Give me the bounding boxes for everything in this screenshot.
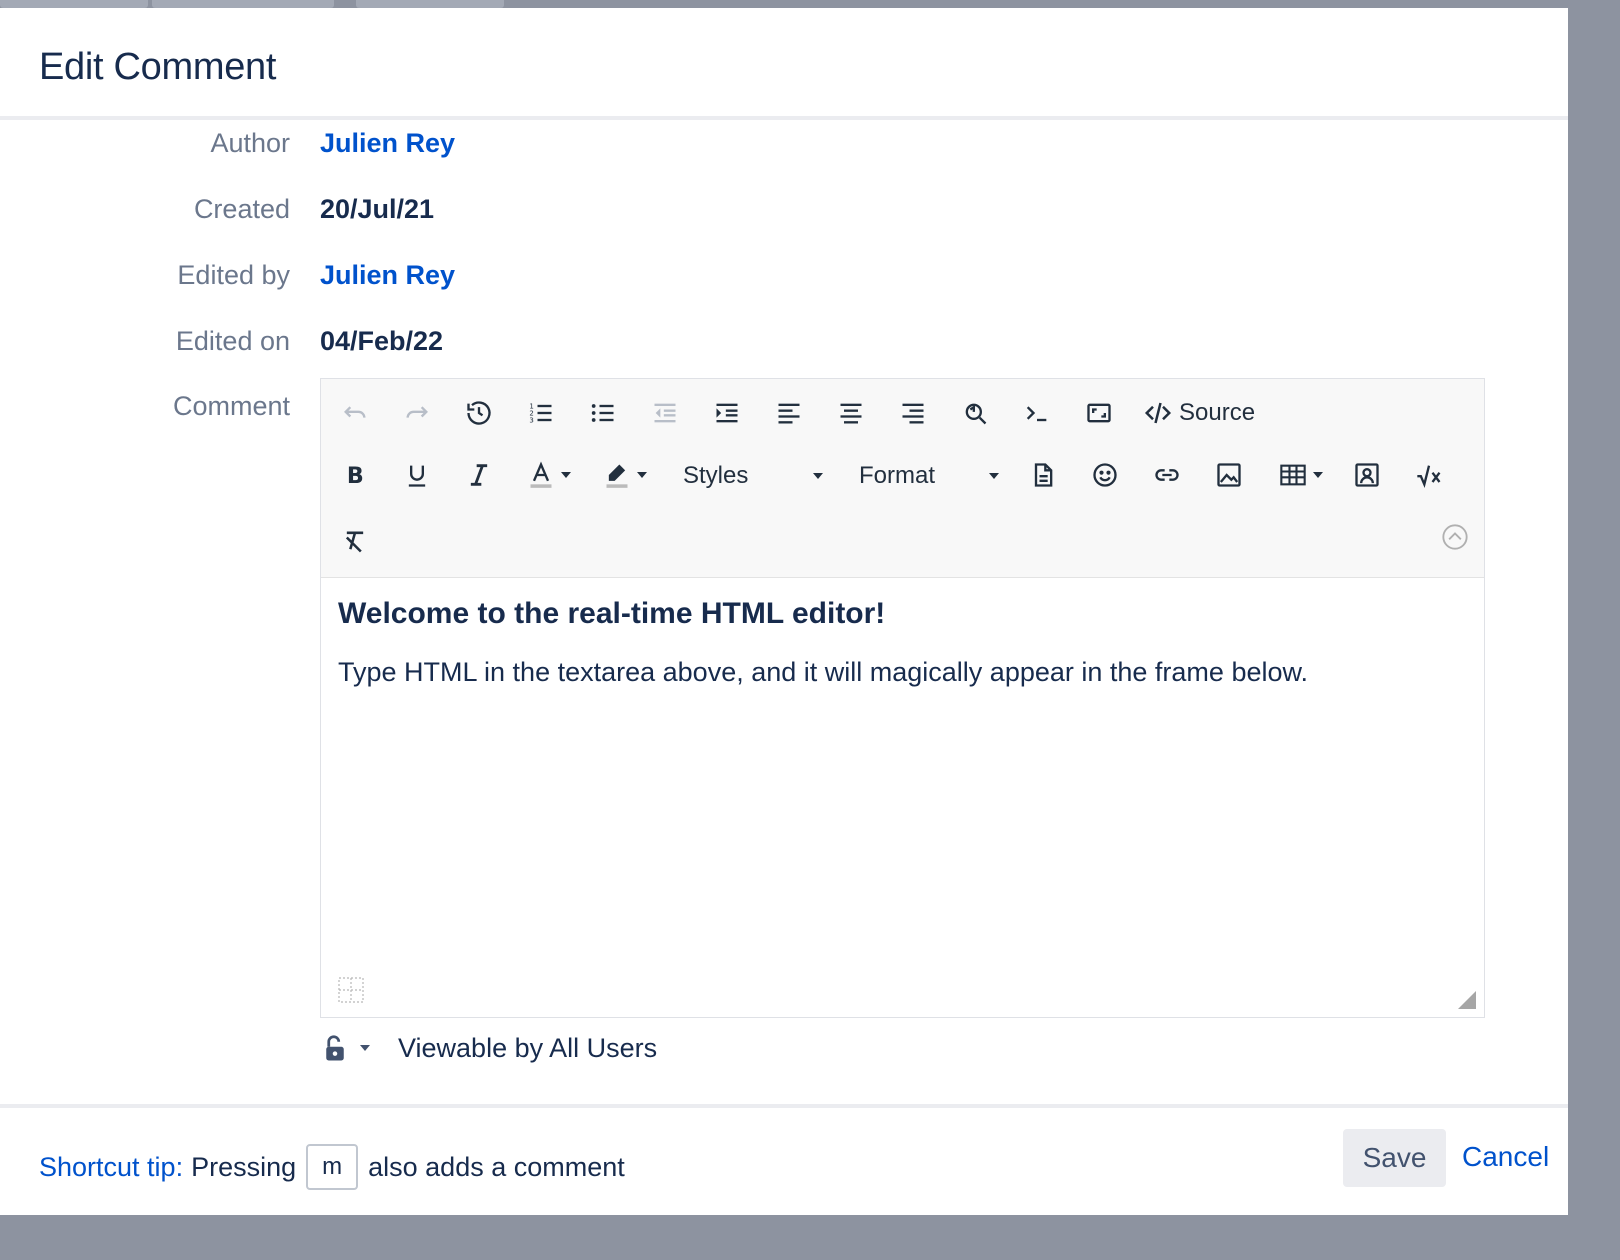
source-label: Source bbox=[1179, 399, 1256, 426]
clear-formatting-icon[interactable] bbox=[333, 519, 377, 563]
dialog-header: Edit Comment bbox=[0, 8, 1568, 120]
text-color-icon[interactable] bbox=[519, 453, 579, 497]
block-indicator-icon bbox=[338, 977, 364, 1003]
math-icon[interactable] bbox=[1407, 453, 1451, 497]
bullet-list-icon[interactable] bbox=[581, 391, 625, 435]
shortcut-tip: Shortcut tip: Pressing m also adds a com… bbox=[39, 1144, 625, 1190]
history-icon[interactable] bbox=[457, 391, 501, 435]
dialog-title: Edit Comment bbox=[39, 46, 277, 88]
author-label: Author bbox=[210, 128, 290, 158]
save-button[interactable]: Save bbox=[1343, 1129, 1446, 1187]
underline-icon[interactable] bbox=[395, 453, 439, 497]
source-code-button[interactable]: Source bbox=[1143, 395, 1255, 431]
background-tab-progress bbox=[0, 0, 148, 8]
emoticon-icon[interactable] bbox=[1083, 453, 1127, 497]
shortcut-key: m bbox=[306, 1144, 359, 1190]
template-icon[interactable] bbox=[1021, 453, 1065, 497]
svg-text:B: B bbox=[347, 463, 364, 489]
chevron-down-icon bbox=[360, 1045, 370, 1051]
chevron-down-icon bbox=[989, 473, 999, 479]
link-icon[interactable] bbox=[1145, 453, 1189, 497]
format-dropdown[interactable]: Format bbox=[859, 459, 999, 493]
align-right-icon[interactable] bbox=[891, 391, 935, 435]
edited-by-label: Edited by bbox=[177, 260, 290, 290]
visibility-label: Viewable by All Users bbox=[398, 1032, 658, 1063]
code-icon[interactable] bbox=[1015, 391, 1059, 435]
created-label: Created bbox=[193, 194, 290, 224]
styles-label: Styles bbox=[683, 462, 749, 489]
edited-on-label: Edited on bbox=[175, 326, 290, 356]
background-tab-strip bbox=[0, 0, 1620, 8]
styles-dropdown[interactable]: Styles bbox=[683, 459, 823, 493]
format-label: Format bbox=[859, 462, 936, 489]
bold-icon[interactable]: B bbox=[333, 453, 377, 497]
shortcut-tip-pressing: Pressing bbox=[191, 1151, 297, 1182]
collapse-toolbar-icon[interactable] bbox=[1441, 523, 1469, 551]
editor-content-heading[interactable]: Welcome to the real-time HTML editor! bbox=[338, 597, 885, 631]
redo-icon[interactable] bbox=[395, 391, 439, 435]
svg-text:3: 3 bbox=[529, 416, 533, 424]
align-left-icon[interactable] bbox=[767, 391, 811, 435]
visibility-selector[interactable]: Viewable by All Users bbox=[320, 1028, 657, 1068]
highlight-color-icon[interactable] bbox=[595, 453, 655, 497]
edit-comment-dialog: Edit Comment Author Julien Rey Created 2… bbox=[0, 8, 1568, 1215]
cancel-button[interactable]: Cancel bbox=[1462, 1141, 1549, 1173]
background-tab-admin bbox=[356, 0, 504, 8]
comment-editor: 123 Source B Styles Format Welcome to th… bbox=[320, 378, 1485, 1018]
edited-by-link[interactable]: Julien Rey bbox=[320, 260, 455, 291]
fullscreen-icon[interactable] bbox=[1077, 391, 1121, 435]
table-icon[interactable] bbox=[1269, 453, 1333, 497]
italic-icon[interactable] bbox=[457, 453, 501, 497]
image-icon[interactable] bbox=[1207, 453, 1251, 497]
shortcut-tip-suffix: also adds a comment bbox=[368, 1151, 625, 1182]
edited-on-value: 04/Feb/22 bbox=[320, 326, 444, 356]
indent-icon[interactable] bbox=[705, 391, 749, 435]
numbered-list-icon[interactable]: 123 bbox=[519, 391, 563, 435]
shortcut-tip-prefix: Shortcut tip: bbox=[39, 1151, 184, 1182]
author-link[interactable]: Julien Rey bbox=[320, 128, 455, 159]
find-replace-icon[interactable] bbox=[953, 391, 997, 435]
background-tab-workflow bbox=[152, 0, 334, 8]
editor-toolbar: 123 Source B Styles Format bbox=[321, 379, 1484, 578]
align-center-icon[interactable] bbox=[829, 391, 873, 435]
editor-content-paragraph[interactable]: Type HTML in the textarea above, and it … bbox=[338, 657, 1308, 688]
dialog-footer: Shortcut tip: Pressing m also adds a com… bbox=[0, 1104, 1568, 1219]
source-code-icon bbox=[1143, 398, 1173, 428]
unlock-icon bbox=[320, 1033, 350, 1063]
chevron-down-icon bbox=[813, 473, 823, 479]
resize-handle-icon[interactable] bbox=[1458, 991, 1476, 1009]
outdent-icon[interactable] bbox=[643, 391, 687, 435]
user-mention-icon[interactable] bbox=[1345, 453, 1389, 497]
comment-label: Comment bbox=[172, 391, 290, 421]
undo-icon[interactable] bbox=[333, 391, 377, 435]
created-value: 20/Jul/21 bbox=[320, 194, 435, 224]
